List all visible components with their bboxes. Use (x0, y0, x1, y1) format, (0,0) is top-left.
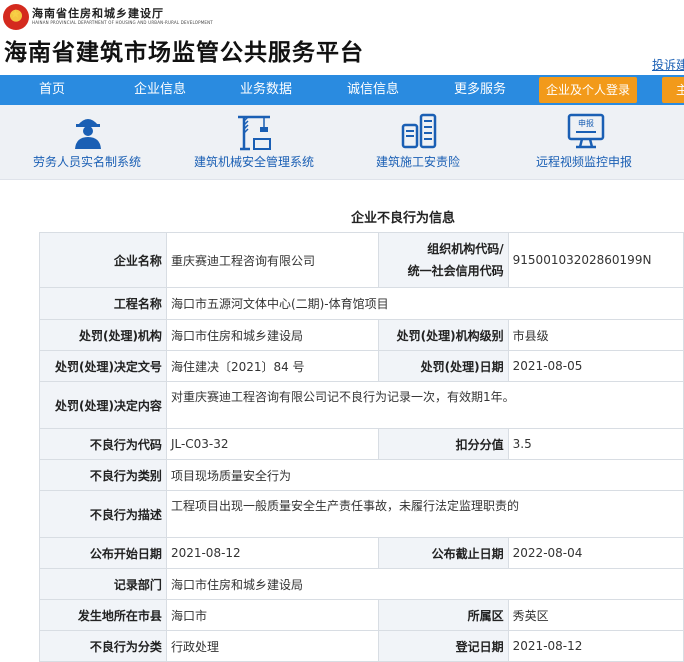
table-row: 工程名称 海口市五源河文体中心(二期)-体育馆项目 (39, 287, 684, 320)
site-header: 海南省住房和城乡建设厅 HAINAN PROVINCIAL DEPARTMENT… (0, 0, 684, 75)
table-row: 不良行为分类 行政处理 登记日期 2021-08-12 (39, 630, 684, 662)
score: 3.5 (507, 428, 684, 460)
register-date-label: 登记日期 (377, 630, 509, 662)
table-row: 记录部门 海口市住房和城乡建设局 (39, 568, 684, 600)
agency: 海口市住房和城乡建设局 (165, 319, 379, 351)
site-title: 海南省建筑市场监管公共服务平台 (4, 40, 364, 66)
table-row: 处罚(处理)决定文号 海住建决〔2021〕84 号 处罚(处理)日期 2021-… (39, 350, 684, 382)
decision-no: 海住建决〔2021〕84 号 (165, 350, 379, 382)
service-band: 劳务人员实名制系统 建筑机械安全管理系统 建筑施工安责险 申报 远程视频监控申报 (0, 105, 684, 180)
district: 秀英区 (507, 599, 684, 631)
table-row: 企业名称 重庆赛迪工程咨询有限公司 组织机构代码/ 统一社会信用代码 91500… (39, 232, 684, 288)
publish-start: 2021-08-12 (165, 537, 379, 569)
table-row: 不良行为类别 项目现场质量安全行为 (39, 459, 684, 491)
table-row: 公布开始日期 2021-08-12 公布截止日期 2022-08-04 (39, 537, 684, 569)
behavior-type-label: 不良行为类别 (39, 459, 167, 491)
table-row: 发生地所在市县 海口市 所属区 秀英区 (39, 599, 684, 631)
behavior-desc: 工程项目出现一般质量安全生产责任事故，未履行法定监理职责的 (165, 490, 684, 538)
category-label: 不良行为分类 (39, 630, 167, 662)
behavior-code: JL-C03-32 (165, 428, 379, 460)
service-machinery-safety[interactable]: 建筑机械安全管理系统 (192, 105, 317, 180)
main-nav: 首页 企业信息 业务数据 诚信信息 更多服务 企业及个人登录 主 (0, 75, 684, 105)
table-row: 不良行为代码 JL-C03-32 扣分分值 3.5 (39, 428, 684, 460)
city: 海口市 (165, 599, 379, 631)
org-code-label-line1: 组织机构代码/ (427, 242, 504, 256)
monitor-report-icon: 申报 (567, 113, 605, 149)
agency-level: 市县级 (507, 319, 684, 351)
category: 行政处理 (165, 630, 379, 662)
complaint-link[interactable]: 投诉建 (652, 56, 684, 73)
behavior-code-label: 不良行为代码 (39, 428, 167, 460)
service-label: 劳务人员实名制系统 (33, 155, 142, 169)
service-label: 建筑施工安责险 (376, 155, 461, 169)
login-button[interactable]: 企业及个人登录 (539, 77, 637, 103)
section-title: 企业不良行为信息 (350, 211, 455, 226)
decision-content: 对重庆赛迪工程咨询有限公司记不良行为记录一次，有效期1年。 (165, 381, 684, 429)
org-code: 91500103202860199N (507, 232, 684, 288)
insurance-building-icon (401, 113, 437, 149)
service-construction-insurance[interactable]: 建筑施工安责险 (374, 105, 466, 180)
nav-home[interactable]: 首页 (39, 75, 65, 105)
dept-name: 海南省住房和城乡建设厅 (32, 7, 164, 20)
nav-business-data[interactable]: 业务数据 (240, 75, 292, 105)
service-label: 建筑机械安全管理系统 (194, 155, 315, 169)
dept-name-en: HAINAN PROVINCIAL DEPARTMENT OF HOUSING … (32, 20, 213, 25)
table-row: 不良行为描述 工程项目出现一般质量安全生产责任事故，未履行法定监理职责的 (39, 490, 684, 538)
emblem-icon (3, 4, 29, 30)
score-label: 扣分分值 (377, 428, 509, 460)
agency-level-label: 处罚(处理)机构级别 (377, 319, 509, 351)
nav-company-info[interactable]: 企业信息 (134, 75, 186, 105)
bad-behavior-table: 企业名称 重庆赛迪工程咨询有限公司 组织机构代码/ 统一社会信用代码 91500… (39, 232, 684, 662)
decision-content-label: 处罚(处理)决定内容 (39, 381, 167, 429)
org-code-label-line2: 统一社会信用代码 (407, 264, 504, 278)
org-code-label: 组织机构代码/ 统一社会信用代码 (377, 232, 509, 288)
district-label: 所属区 (377, 599, 509, 631)
company-name-label: 企业名称 (39, 232, 167, 288)
nav-credit-info[interactable]: 诚信信息 (347, 75, 399, 105)
nav-extra-button[interactable]: 主 (662, 77, 684, 103)
behavior-desc-label: 不良行为描述 (39, 490, 167, 538)
agency-label: 处罚(处理)机构 (39, 319, 167, 351)
crane-icon (238, 115, 271, 151)
svg-text:申报: 申报 (578, 118, 594, 128)
nav-more-services[interactable]: 更多服务 (454, 75, 506, 105)
register-date: 2021-08-12 (507, 630, 684, 662)
service-worker-realname[interactable]: 劳务人员实名制系统 (31, 105, 146, 180)
decision-date: 2021-08-05 (507, 350, 684, 382)
company-name: 重庆赛迪工程咨询有限公司 (165, 232, 379, 288)
project-name: 海口市五源河文体中心(二期)-体育馆项目 (165, 287, 684, 320)
city-label: 发生地所在市县 (39, 599, 167, 631)
record-dept-label: 记录部门 (39, 568, 167, 600)
decision-no-label: 处罚(处理)决定文号 (39, 350, 167, 382)
record-dept: 海口市住房和城乡建设局 (165, 568, 684, 600)
table-row: 处罚(处理)决定内容 对重庆赛迪工程咨询有限公司记不良行为记录一次，有效期1年。 (39, 381, 684, 429)
behavior-type: 项目现场质量安全行为 (165, 459, 684, 491)
publish-start-label: 公布开始日期 (39, 537, 167, 569)
publish-end-label: 公布截止日期 (377, 537, 509, 569)
publish-end: 2022-08-04 (507, 537, 684, 569)
worker-icon (75, 119, 101, 149)
decision-date-label: 处罚(处理)日期 (377, 350, 509, 382)
service-video-monitor[interactable]: 申报 远程视频监控申报 (534, 105, 638, 180)
project-name-label: 工程名称 (39, 287, 167, 320)
table-row: 处罚(处理)机构 海口市住房和城乡建设局 处罚(处理)机构级别 市县级 (39, 319, 684, 351)
service-label: 远程视频监控申报 (536, 155, 633, 169)
